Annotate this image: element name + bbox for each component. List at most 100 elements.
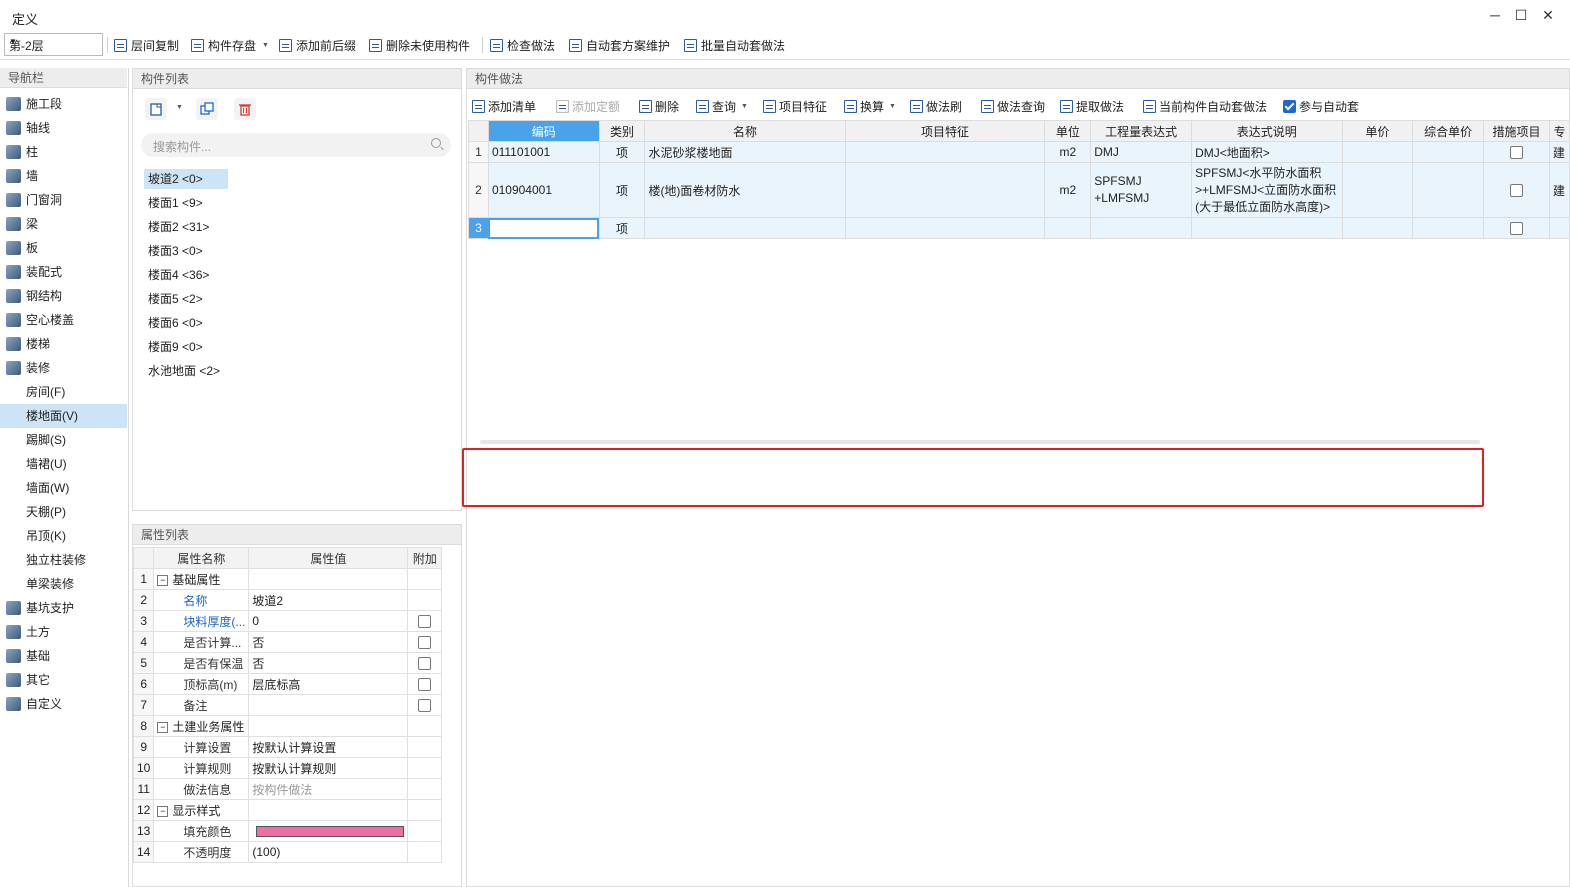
check-method-button[interactable]: 检查做法 [490, 36, 555, 54]
property-row[interactable]: 14 不透明度 (100) [132, 841, 443, 863]
nav-subitem[interactable]: 单梁装修 [0, 572, 127, 596]
grid-row[interactable]: 1 011101001 项水泥砂浆楼地面 m2 DMJ DMJ<地面积> 建 [468, 141, 1570, 163]
unit-cell[interactable] [1044, 217, 1092, 239]
major-cell[interactable]: 建 [1548, 141, 1570, 163]
feature-cell[interactable] [844, 162, 1046, 218]
property-row[interactable]: 6 顶标高(m) 层底标高 [132, 673, 443, 695]
measure-cell[interactable] [1483, 162, 1550, 218]
property-row[interactable]: 11 做法信息 按构件做法 [132, 778, 443, 800]
batch-auto-button[interactable]: 批量自动套做法 [684, 36, 785, 54]
name-cell[interactable]: 楼(地)面卷材防水 [644, 162, 846, 218]
header-cell[interactable]: 名称 [644, 120, 846, 142]
delete-unused-button[interactable]: 删除未使用构件 [369, 36, 470, 54]
unit-price-cell[interactable] [1412, 217, 1485, 239]
name-cell[interactable]: 水泥砂浆楼地面 [644, 141, 846, 163]
property-value-cell[interactable]: 否 [248, 652, 409, 674]
property-row[interactable]: 10 计算规则 按默认计算规则 [132, 757, 443, 779]
property-row[interactable]: 9 计算设置 按默认计算设置 [132, 736, 443, 758]
expression-cell[interactable] [1090, 217, 1193, 239]
extra-checkbox[interactable] [418, 636, 432, 650]
property-value-cell[interactable]: 坡道2 [248, 589, 409, 611]
property-value-cell[interactable] [248, 715, 409, 737]
component-item[interactable]: 楼面1 <9> [144, 193, 207, 213]
component-item[interactable]: 楼面2 <31> [144, 217, 213, 237]
price-cell[interactable] [1341, 217, 1414, 239]
component-search-input[interactable]: 搜索构件... [141, 133, 451, 157]
price-cell[interactable] [1341, 162, 1414, 218]
type-cell[interactable]: 项 [598, 217, 646, 239]
method-button-feature[interactable]: 项目特征 [763, 97, 827, 115]
extra-checkbox[interactable] [418, 699, 432, 713]
chevron-down-icon[interactable]: ▼ [176, 104, 183, 111]
copy-between-floors-button[interactable]: 层间复制 [114, 36, 179, 54]
delete-component-button[interactable] [234, 98, 256, 120]
property-row[interactable]: 7 备注 [132, 694, 443, 716]
extra-checkbox[interactable] [418, 678, 432, 692]
property-row[interactable]: 8− 土建业务属性 [132, 715, 443, 737]
measure-checkbox[interactable] [1509, 184, 1523, 198]
expression-desc-cell[interactable]: SPFSMJ<水平防水面积>+LMFSMJ<立面防水面积(大于最低立面防水高度)… [1191, 162, 1343, 218]
nav-subitem[interactable]: 墙裙(U) [0, 452, 127, 476]
new-component-button[interactable] [145, 98, 167, 120]
fill-color-swatch[interactable] [256, 825, 405, 837]
nav-subitem[interactable]: 独立柱装修 [0, 548, 127, 572]
method-button-extract[interactable]: 提取做法 [1060, 97, 1124, 115]
expression-desc-cell[interactable]: DMJ<地面积> [1191, 141, 1343, 163]
maximize-icon[interactable]: ☐ [1510, 6, 1532, 24]
property-value-cell[interactable] [248, 568, 409, 590]
nav-subitem[interactable]: 踢脚(S) [0, 428, 127, 452]
property-value-cell[interactable] [248, 694, 409, 716]
header-cell[interactable]: 表达式说明 [1191, 120, 1343, 142]
property-row[interactable]: 5 是否有保温否 [132, 652, 443, 674]
component-item[interactable]: 楼面9 <0> [144, 337, 207, 357]
auto-apply-checkbox[interactable] [1283, 99, 1296, 113]
expression-desc-cell[interactable] [1191, 217, 1343, 239]
search-icon[interactable] [431, 138, 441, 148]
header-cell[interactable]: 综合单价 [1412, 120, 1485, 142]
nav-subitem[interactable]: 楼地面(V) [0, 404, 127, 428]
header-cell[interactable]: 项目特征 [844, 120, 1046, 142]
add-prefix-suffix-button[interactable]: 添加前后缀 [279, 36, 356, 54]
property-value-cell[interactable] [248, 799, 409, 821]
component-item[interactable]: 楼面4 <36> [144, 265, 213, 285]
unit-price-cell[interactable] [1412, 141, 1485, 163]
auto-scheme-button[interactable]: 自动套方案维护 [569, 36, 670, 54]
component-item[interactable]: 坡道2 <0> [144, 169, 228, 189]
method-button-auto-apply[interactable]: 当前构件自动套做法 [1143, 97, 1267, 115]
collapse-icon[interactable]: − [157, 721, 169, 733]
property-value-cell[interactable]: 按默认计算规则 [248, 757, 409, 779]
expression-cell[interactable]: SPFSMJ +LMFSMJ [1090, 162, 1193, 218]
code-cell[interactable]: 011101001 [487, 141, 600, 163]
property-row[interactable]: 1− 基础属性 [132, 568, 443, 590]
property-row[interactable]: 2 名称 坡道2 [132, 589, 443, 611]
header-cell[interactable]: 专 [1548, 120, 1570, 142]
grid-row[interactable]: 3项 [468, 217, 1570, 239]
copy-component-button[interactable] [196, 98, 218, 120]
nav-subitem[interactable]: 房间(F) [0, 380, 127, 404]
method-button-search[interactable]: 查询 ▼ [696, 97, 748, 115]
major-cell[interactable]: 建 [1548, 162, 1570, 218]
horizontal-scrollbar[interactable] [480, 440, 1480, 444]
property-value-cell[interactable]: 0 [248, 610, 409, 632]
method-button-add-list[interactable]: 添加清单 [472, 97, 536, 115]
method-button-checkbox[interactable]: 参与自动套 [1283, 97, 1359, 115]
measure-checkbox[interactable] [1509, 222, 1523, 236]
property-value-cell[interactable]: 按构件做法 [248, 778, 409, 800]
feature-cell[interactable] [844, 141, 1046, 163]
property-value-cell[interactable]: 按默认计算设置 [248, 736, 409, 758]
measure-checkbox[interactable] [1509, 146, 1523, 160]
grid-row[interactable]: 2 010904001 项楼(地)面卷材防水 m2 SPFSMJ +LMFSMJ SPFS… [468, 162, 1570, 218]
property-value-cell[interactable]: 否 [248, 631, 409, 653]
extra-checkbox[interactable] [418, 657, 432, 671]
name-cell[interactable] [644, 217, 846, 239]
floor-select[interactable]: 第-2层 ▼ [4, 33, 103, 56]
nav-subitem[interactable]: 吊顶(K) [0, 524, 127, 548]
type-cell[interactable]: 项 [598, 141, 646, 163]
nav-subitem[interactable]: 天棚(P) [0, 500, 127, 524]
property-value-cell[interactable]: 层底标高 [248, 673, 409, 695]
collapse-icon[interactable]: − [157, 574, 169, 586]
component-item[interactable]: 楼面6 <0> [144, 313, 207, 333]
major-cell[interactable] [1548, 217, 1570, 239]
property-row[interactable]: 12− 显示样式 [132, 799, 443, 821]
header-cell[interactable]: 工程量表达式 [1090, 120, 1193, 142]
